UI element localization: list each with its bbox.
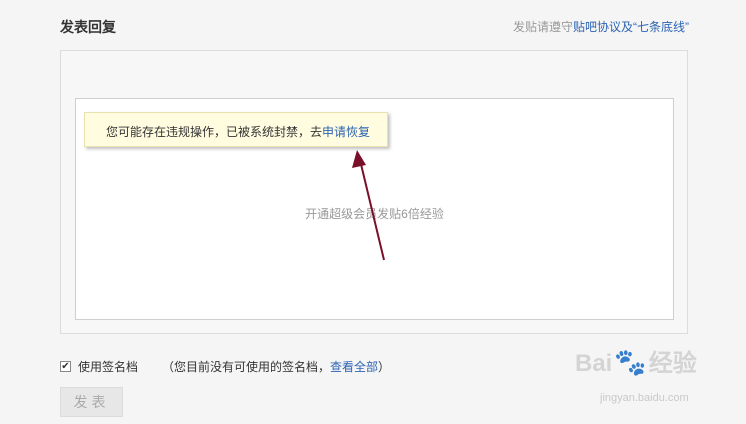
watermark-text-right: 经验 — [648, 350, 697, 377]
ban-message: 您可能存在违规操作，已被系统封禁，去 — [106, 125, 323, 139]
editor-container: 开通超级会员发贴6倍经验 — [60, 50, 688, 334]
view-all-link[interactable]: 查看全部 — [330, 360, 378, 374]
appeal-link[interactable]: 申请恢复 — [322, 125, 370, 139]
rules-link[interactable]: 贴吧协议及“七条底线” — [573, 20, 689, 34]
submit-button[interactable]: 发表 — [60, 387, 123, 417]
signature-checkbox[interactable]: ✔ — [60, 361, 71, 372]
section-title: 发表回复 — [60, 19, 116, 35]
ban-tooltip: 您可能存在违规操作，已被系统封禁，去申请恢复 — [84, 112, 388, 147]
rules-prefix: 发贴请遵守 — [512, 20, 573, 34]
signature-note-suffix: ） — [378, 360, 391, 374]
posting-rules: 发贴请遵守贴吧协议及“七条底线” — [513, 18, 689, 35]
signature-label: 使用签名档 — [78, 360, 139, 374]
signature-note-prefix: （您目前没有可使用的签名档， — [162, 360, 331, 374]
watermark-url: jingyan.baidu.com — [600, 392, 689, 404]
signature-row: ✔ 使用签名档 （您目前没有可使用的签名档，查看全部） — [60, 358, 390, 375]
editor-hint: 开通超级会员发贴6倍经验 — [305, 207, 444, 221]
signature-note: （您目前没有可使用的签名档，查看全部） — [162, 358, 390, 375]
paw-icon: 🐾 — [614, 347, 647, 377]
watermark-text-left: Bai — [575, 350, 613, 377]
baidu-jingyan-logo: Bai🐾经验 — [575, 343, 697, 378]
reply-page: 发表回复 发贴请遵守贴吧协议及“七条底线” 开通超级会员发贴6倍经验 您可能存在… — [0, 0, 746, 424]
